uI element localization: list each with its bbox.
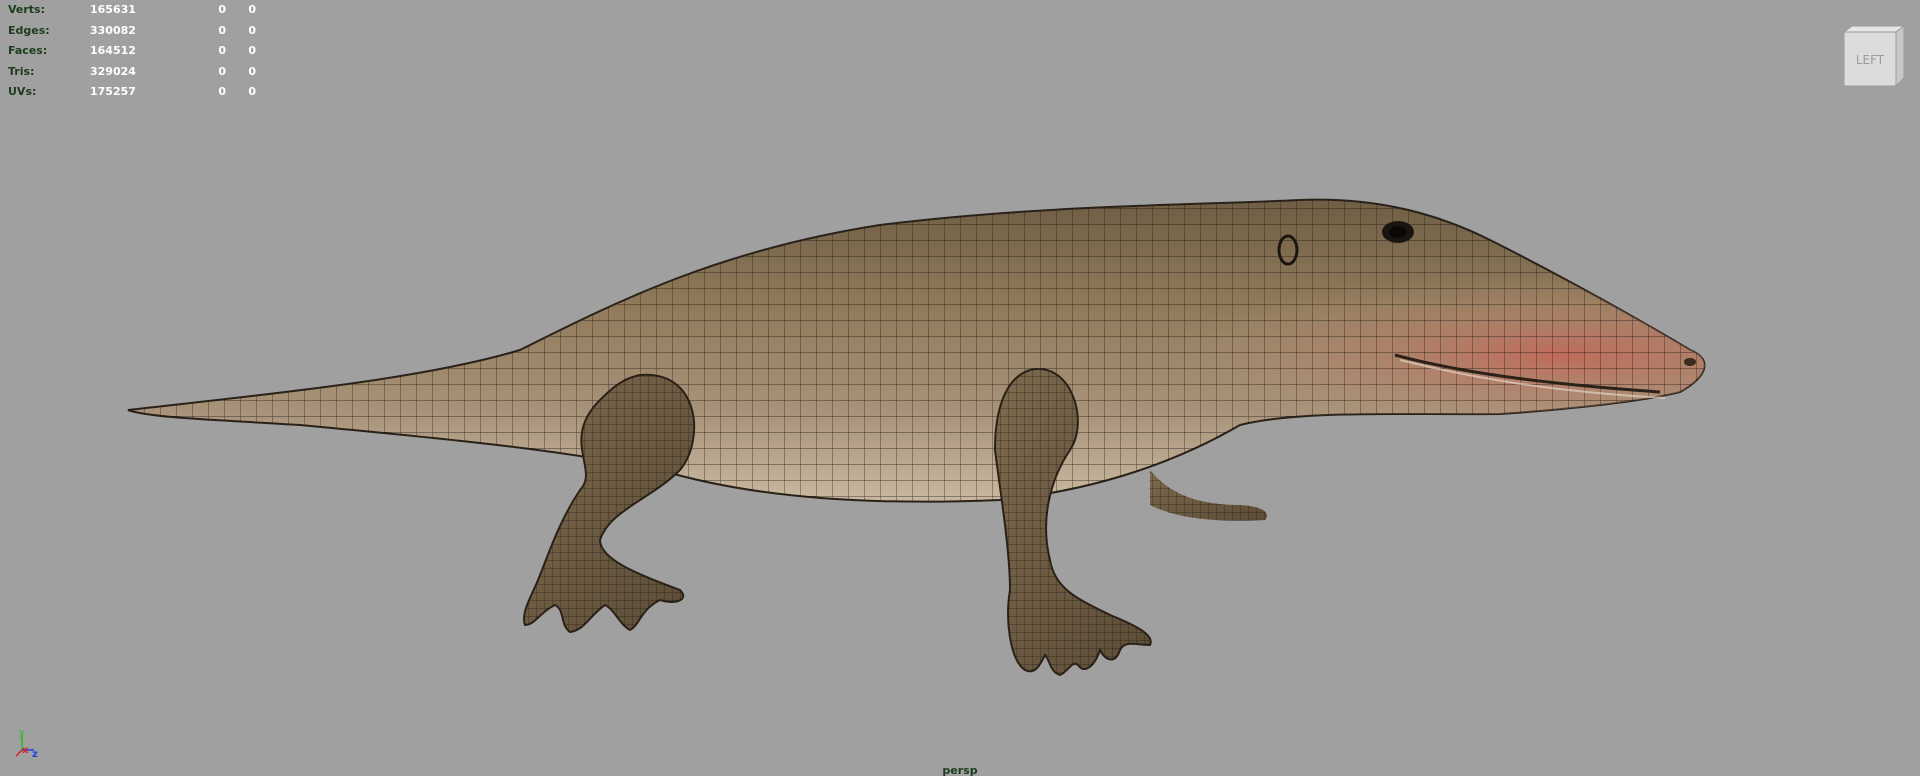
hud-uv: 0: [248, 23, 256, 37]
poly-count-hud: Verts: 165631 0 0 Edges: 330082 0 0 Face…: [8, 0, 256, 103]
maya-persp-viewport[interactable]: Verts: 165631 0 0 Edges: 330082 0 0 Face…: [0, 0, 1920, 776]
axis-y-label: y: [19, 728, 25, 738]
hud-uv: 0: [248, 3, 256, 16]
hud-label: Tris:: [8, 64, 35, 78]
far-hind-leg: [1150, 470, 1268, 521]
hud-label: Edges:: [8, 23, 50, 37]
axis-z-label: z: [32, 749, 38, 760]
hud-selected: 0: [218, 64, 226, 78]
creature-body: [127, 198, 1706, 503]
hud-row-tris: Tris: 329024 0 0: [8, 62, 256, 83]
hud-selected: 0: [218, 23, 226, 37]
hud-value: 329024: [90, 64, 136, 78]
axis-x-label: x: [22, 745, 29, 756]
hud-selected: 0: [218, 3, 226, 16]
hud-selected: 0: [218, 85, 226, 98]
hud-uv: 0: [248, 85, 256, 98]
hud-row-edges: Edges: 330082 0 0: [8, 21, 256, 42]
hud-row-faces: Faces: 164512 0 0: [8, 41, 256, 62]
viewcube-face-label: LEFT: [1856, 53, 1885, 67]
axis-gizmo-icon: y x z: [15, 728, 38, 760]
hud-value: 164512: [90, 44, 136, 57]
viewcube-icon[interactable]: LEFT: [1838, 22, 1908, 92]
hud-row-verts: Verts: 165631 0 0: [8, 0, 256, 21]
hud-label: Verts:: [8, 3, 46, 16]
hud-value: 330082: [90, 23, 136, 37]
hud-uv: 0: [248, 64, 256, 78]
hud-value: 175257: [90, 85, 136, 98]
hud-row-uvs: UVs: 175257 0 0: [8, 82, 256, 103]
hud-value: 165631: [90, 3, 136, 16]
hud-label: UVs:: [8, 85, 37, 98]
camera-name-label: persp: [942, 764, 978, 776]
hud-label: Faces:: [8, 44, 48, 57]
hud-uv: 0: [248, 44, 256, 57]
hud-selected: 0: [218, 44, 226, 57]
creature-model[interactable]: [0, 0, 1920, 776]
